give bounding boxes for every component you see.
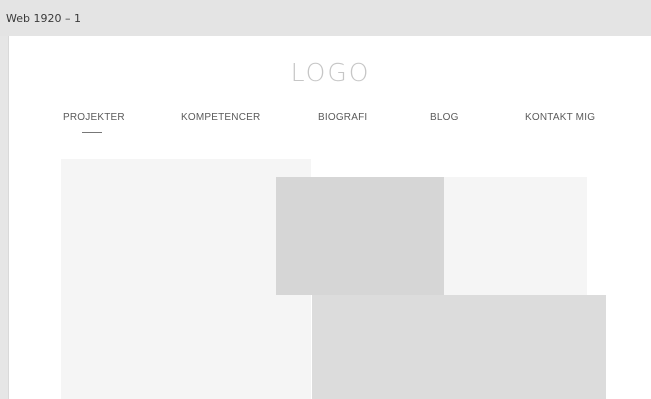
nav-item-projekter[interactable]: PROJEKTER <box>63 112 125 123</box>
artboard-title-bar: Web 1920 – 1 <box>0 0 651 36</box>
project-image-placeholder-bottom[interactable] <box>312 295 606 399</box>
nav-item-kompetencer[interactable]: KOMPETENCER <box>181 112 260 123</box>
artboard-title[interactable]: Web 1920 – 1 <box>6 12 81 25</box>
nav-item-kontakt-mig[interactable]: KONTAKT MIG <box>525 112 595 123</box>
project-image-placeholder-medium[interactable] <box>276 177 444 295</box>
nav-active-underline <box>82 132 102 133</box>
artboard-web-1920[interactable]: LOGO PROJEKTER KOMPETENCER BIOGRAFI BLOG… <box>8 36 651 399</box>
project-image-placeholder-large[interactable] <box>61 159 311 399</box>
nav-item-biografi[interactable]: BIOGRAFI <box>318 112 367 123</box>
nav-item-blog[interactable]: BLOG <box>430 112 459 123</box>
logo-placeholder[interactable]: LOGO <box>9 58 651 87</box>
